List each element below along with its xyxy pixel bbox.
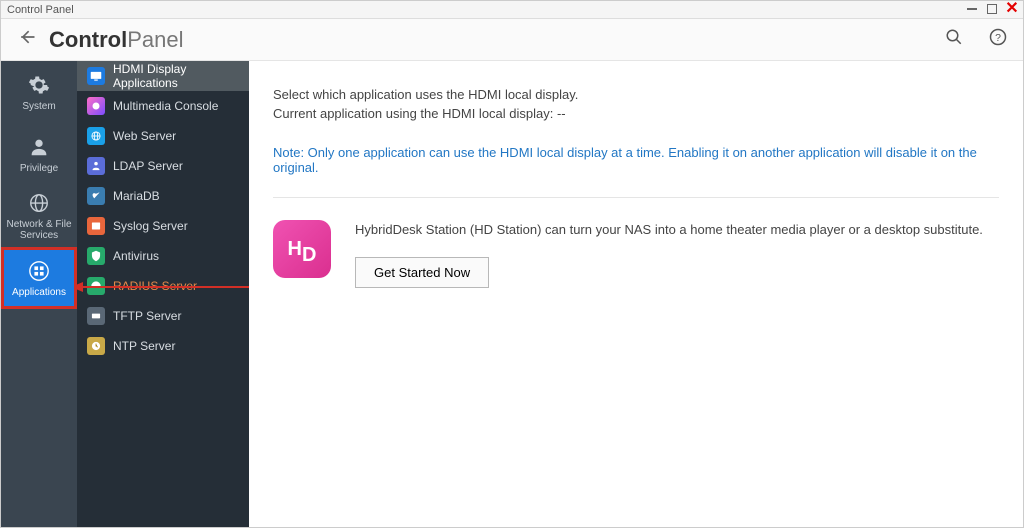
subnav-label: MariaDB <box>113 189 160 203</box>
database-icon <box>87 187 105 205</box>
ldap-icon <box>87 157 105 175</box>
subnav-item-tftp[interactable]: TFTP Server <box>77 301 249 331</box>
subnav-label: RADIUS Server <box>113 279 197 293</box>
subnav-label: Syslog Server <box>113 219 188 233</box>
minimize-button[interactable] <box>965 2 979 16</box>
radius-icon <box>87 277 105 295</box>
subnav-item-webserver[interactable]: Web Server <box>77 121 249 151</box>
content-pane: Select which application uses the HDMI l… <box>249 61 1023 527</box>
page-title: ControlPanel <box>49 27 183 53</box>
nav-item-privilege[interactable]: Privilege <box>1 123 77 185</box>
subnav-item-mariadb[interactable]: MariaDB <box>77 181 249 211</box>
subnav-item-antivirus[interactable]: Antivirus <box>77 241 249 271</box>
subnav-label: HDMI Display Applications <box>113 62 239 90</box>
syslog-icon <box>87 217 105 235</box>
nav-item-applications[interactable]: Applications <box>1 247 77 309</box>
intro-line-2: Current application using the HDMI local… <box>273 106 999 121</box>
card-body: HybridDesk Station (HD Station) can turn… <box>355 220 999 288</box>
subnav-item-multimedia[interactable]: Multimedia Console <box>77 91 249 121</box>
subnav-label: Web Server <box>113 129 176 143</box>
subnav-item-ldap[interactable]: LDAP Server <box>77 151 249 181</box>
subnav: HDMI Display Applications Multimedia Con… <box>77 61 249 527</box>
note-text: Note: Only one application can use the H… <box>273 145 999 175</box>
user-icon <box>27 135 51 159</box>
nav-label-network: Network & File Services <box>1 219 77 241</box>
header-bar: ControlPanel ? <box>1 19 1023 61</box>
clock-icon <box>87 337 105 355</box>
subnav-item-syslog[interactable]: Syslog Server <box>77 211 249 241</box>
nav-item-system[interactable]: System <box>1 61 77 123</box>
nav-label-privilege: Privilege <box>20 163 58 174</box>
maximize-button[interactable] <box>987 4 997 14</box>
subnav-label: Antivirus <box>113 249 159 263</box>
page-title-b: Panel <box>127 27 183 52</box>
window-title: Control Panel <box>7 4 74 16</box>
nav-label-applications: Applications <box>12 287 66 298</box>
divider <box>273 197 999 198</box>
display-icon <box>87 67 105 85</box>
subnav-item-ntp[interactable]: NTP Server <box>77 331 249 361</box>
subnav-label: TFTP Server <box>113 309 181 323</box>
nav-rail: System Privilege Network & File Services… <box>1 61 77 527</box>
nav-item-network[interactable]: Network & File Services <box>1 185 77 247</box>
subnav-item-radius[interactable]: RADIUS Server <box>77 271 249 301</box>
get-started-button[interactable]: Get Started Now <box>355 257 489 288</box>
subnav-label: LDAP Server <box>113 159 183 173</box>
globe-icon <box>87 127 105 145</box>
window-controls: ✕ <box>965 2 1019 16</box>
card-description: HybridDesk Station (HD Station) can turn… <box>355 222 999 237</box>
search-icon[interactable] <box>945 28 963 51</box>
multimedia-icon <box>87 97 105 115</box>
gear-icon <box>27 73 51 97</box>
globe-icon <box>27 191 51 215</box>
help-icon[interactable]: ? <box>989 28 1007 51</box>
body: System Privilege Network & File Services… <box>1 61 1023 527</box>
intro-line-1: Select which application uses the HDMI l… <box>273 87 999 102</box>
svg-text:?: ? <box>995 32 1001 44</box>
hd-station-card: HD HybridDesk Station (HD Station) can t… <box>273 220 999 288</box>
back-arrow-icon[interactable] <box>17 27 37 53</box>
tftp-icon <box>87 307 105 325</box>
apps-icon <box>27 259 51 283</box>
subnav-item-hdmi[interactable]: HDMI Display Applications <box>77 61 249 91</box>
window-titlebar: Control Panel ✕ <box>1 1 1023 19</box>
shield-icon <box>87 247 105 265</box>
close-button[interactable]: ✕ <box>1005 2 1019 16</box>
control-panel-window: Control Panel ✕ ControlPanel ? Syst <box>0 0 1024 528</box>
nav-label-system: System <box>22 101 55 112</box>
subnav-label: NTP Server <box>113 339 175 353</box>
subnav-label: Multimedia Console <box>113 99 218 113</box>
hd-station-icon: HD <box>273 220 331 278</box>
page-title-a: Control <box>49 27 127 52</box>
